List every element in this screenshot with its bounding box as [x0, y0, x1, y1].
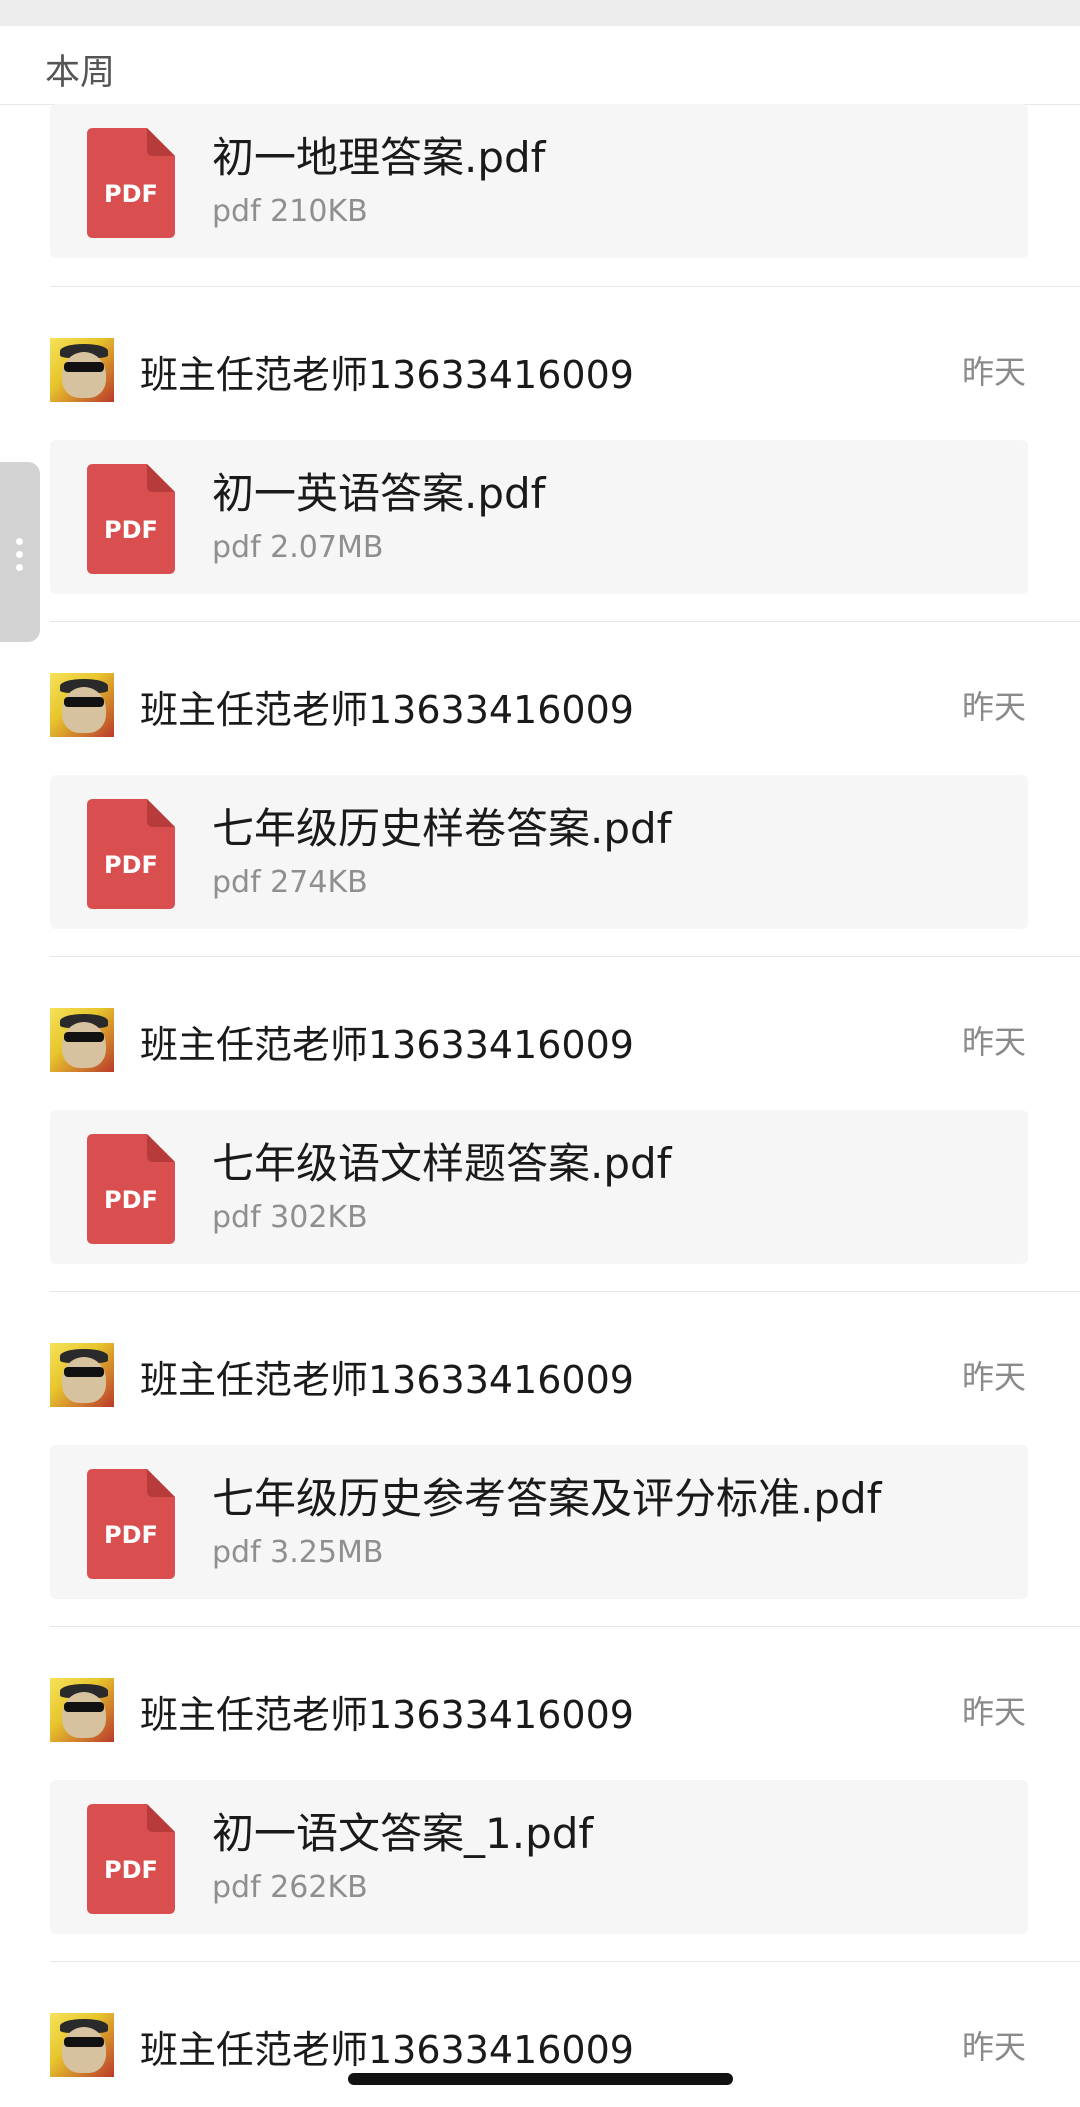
file-meta: pdf 262KB: [212, 1870, 368, 1905]
top-status-strip: [0, 0, 1080, 26]
pdf-file-icon: PDF: [87, 1134, 175, 1244]
divider: [50, 956, 1080, 957]
file-name: 七年级历史参考答案及评分标准.pdf: [212, 1474, 882, 1523]
handle-dot-icon: [16, 551, 23, 558]
avatar[interactable]: [50, 1678, 114, 1742]
file-card[interactable]: PDF 七年级历史样卷答案.pdf pdf 274KB: [50, 775, 1028, 929]
section-title: 本周: [45, 53, 116, 93]
sender-row[interactable]: 班主任范老师13633416009 昨天: [0, 655, 1080, 755]
sender-row[interactable]: 班主任范老师13633416009 昨天: [0, 1325, 1080, 1425]
divider: [50, 1291, 1080, 1292]
sender-row[interactable]: 班主任范老师13633416009 昨天: [0, 1660, 1080, 1760]
avatar[interactable]: [50, 673, 114, 737]
sender-name: 班主任范老师13633416009: [140, 1693, 634, 1737]
file-card[interactable]: PDF 七年级历史参考答案及评分标准.pdf pdf 3.25MB: [50, 1445, 1028, 1599]
pdf-file-icon: PDF: [87, 1804, 175, 1914]
file-meta: pdf 274KB: [212, 865, 368, 900]
sender-name: 班主任范老师13633416009: [140, 688, 634, 732]
file-meta: pdf 3.25MB: [212, 1535, 384, 1570]
file-name: 初一英语答案.pdf: [212, 469, 546, 518]
sender-time: 昨天: [961, 1693, 1026, 1731]
side-drawer-handle[interactable]: [0, 462, 40, 642]
file-meta: pdf 302KB: [212, 1200, 368, 1235]
home-indicator[interactable]: [348, 2073, 733, 2085]
sender-name: 班主任范老师13633416009: [140, 1358, 634, 1402]
sender-time: 昨天: [961, 353, 1026, 391]
pdf-icon-label: PDF: [104, 851, 158, 879]
file-card[interactable]: PDF 七年级语文样题答案.pdf pdf 302KB: [50, 1110, 1028, 1264]
section-header: 本周: [0, 26, 1080, 105]
avatar[interactable]: [50, 338, 114, 402]
sender-time: 昨天: [961, 688, 1026, 726]
pdf-file-icon: PDF: [87, 464, 175, 574]
sender-name: 班主任范老师13633416009: [140, 1023, 634, 1067]
sender-name: 班主任范老师13633416009: [140, 353, 634, 397]
pdf-file-icon: PDF: [87, 128, 175, 238]
pdf-icon-label: PDF: [104, 1856, 158, 1884]
file-name: 七年级语文样题答案.pdf: [212, 1139, 672, 1188]
file-card[interactable]: PDF 初一语文答案_1.pdf pdf 262KB: [50, 1780, 1028, 1934]
file-name: 初一地理答案.pdf: [212, 133, 546, 182]
file-card[interactable]: PDF 初一地理答案.pdf pdf 210KB: [50, 104, 1028, 258]
divider: [50, 286, 1080, 287]
sender-time: 昨天: [961, 1023, 1026, 1061]
file-meta: pdf 210KB: [212, 194, 368, 229]
handle-dot-icon: [16, 564, 23, 571]
sender-name: 班主任范老师13633416009: [140, 2028, 634, 2072]
sender-time: 昨天: [961, 1358, 1026, 1396]
pdf-icon-label: PDF: [104, 516, 158, 544]
file-card[interactable]: PDF 初一英语答案.pdf pdf 2.07MB: [50, 440, 1028, 594]
pdf-icon-label: PDF: [104, 1186, 158, 1214]
divider: [50, 1626, 1080, 1627]
pdf-icon-label: PDF: [104, 180, 158, 208]
pdf-file-icon: PDF: [87, 799, 175, 909]
file-name: 七年级历史样卷答案.pdf: [212, 804, 672, 853]
divider: [50, 621, 1080, 622]
avatar[interactable]: [50, 1343, 114, 1407]
sender-row[interactable]: 班主任范老师13633416009 昨天: [0, 990, 1080, 1090]
pdf-icon-label: PDF: [104, 1521, 158, 1549]
avatar[interactable]: [50, 1008, 114, 1072]
sender-time: 昨天: [961, 2028, 1026, 2066]
handle-dot-icon: [16, 538, 23, 545]
avatar[interactable]: [50, 2013, 114, 2077]
file-meta: pdf 2.07MB: [212, 530, 384, 565]
file-name: 初一语文答案_1.pdf: [212, 1809, 594, 1858]
sender-row[interactable]: 班主任范老师13633416009 昨天: [0, 320, 1080, 420]
pdf-file-icon: PDF: [87, 1469, 175, 1579]
divider: [50, 1961, 1080, 1962]
